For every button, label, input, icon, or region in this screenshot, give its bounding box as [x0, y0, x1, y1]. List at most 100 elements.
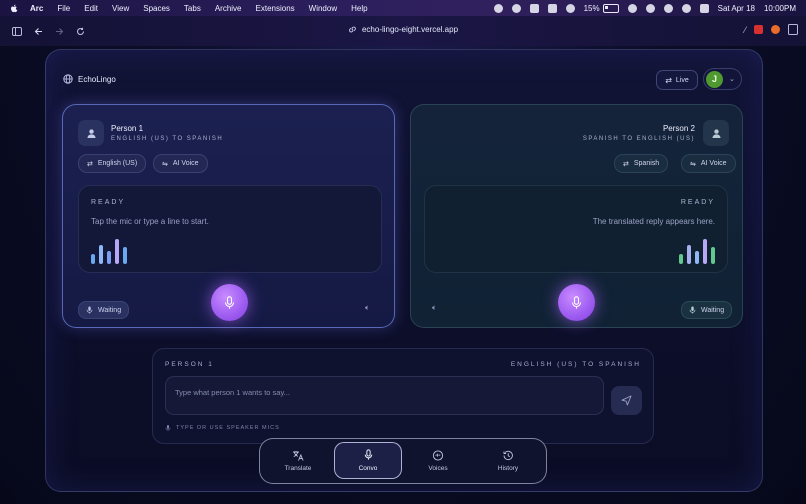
person2-direction: SPANISH TO ENGLISH (US) [582, 136, 695, 142]
browser-extensions: ⁄ [744, 24, 798, 35]
menu-edit[interactable]: Edit [84, 4, 98, 13]
user-icon [712, 128, 720, 138]
voice-settings-icon: ⇋ [162, 160, 168, 168]
display-icon[interactable] [547, 3, 557, 13]
person1-transcript-box: READY Tap the mic or type a line to star… [78, 185, 382, 273]
composer-direction-label: ENGLISH (US) TO SPANISH [510, 361, 641, 368]
person1-mic-button[interactable] [211, 284, 248, 321]
microphone-icon [224, 295, 235, 309]
browser-toolbar: echo-lingo-eight.vercel.app ⁄ [0, 16, 806, 46]
grid-icon[interactable] [529, 3, 539, 13]
nav-voices-label: Voices [428, 464, 448, 472]
avatar: J [706, 70, 723, 88]
link-icon [349, 26, 356, 33]
extension-orange-icon[interactable] [771, 25, 780, 34]
person1-speaker-icon[interactable]: 🔈︎ [365, 303, 370, 313]
chevron-down-icon: ⌄ [729, 76, 735, 83]
person1-status-badge: Waiting [78, 301, 130, 319]
person1-direction: ENGLISH (US) TO SPANISH [111, 136, 224, 142]
live-label: Live [675, 76, 689, 84]
translate-icon [293, 450, 304, 461]
menu-window[interactable]: Window [309, 4, 337, 13]
menubar-time[interactable]: 10:00PM [764, 4, 796, 13]
microphone-icon [364, 449, 372, 460]
menu-extensions[interactable]: Extensions [256, 4, 295, 13]
nav-convo-label: Convo [358, 465, 378, 472]
person2-name: Person 2 [662, 124, 695, 133]
nav-translate-label: Translate [284, 464, 312, 472]
notes-icon[interactable] [788, 24, 798, 35]
sidebar-toggle-icon[interactable] [10, 24, 24, 38]
person1-state: READY [91, 199, 126, 206]
chatgpt-icon[interactable] [511, 3, 521, 13]
send-icon [621, 395, 632, 406]
airdrop-icon[interactable] [645, 3, 655, 13]
nav-history[interactable]: History [474, 442, 542, 479]
person1-panel: Person 1 ENGLISH (US) TO SPANISH ⇄ Engli… [62, 104, 395, 328]
composer-speaker-label: PERSON 1 [165, 361, 214, 368]
menu-view[interactable]: View [112, 4, 129, 13]
person1-waveform-icon [91, 236, 127, 264]
menubar-date[interactable]: Sat Apr 18 [718, 4, 755, 13]
bottom-nav: Translate Convo Voices History [259, 438, 547, 484]
message-input[interactable]: Type what person 1 wants to say... [165, 376, 604, 415]
user-icon [87, 128, 95, 138]
menu-app-name[interactable]: Arc [30, 4, 43, 13]
person2-voice-chip[interactable]: ⇋ AI Voice [681, 154, 736, 173]
nav-convo[interactable]: Convo [334, 442, 402, 479]
extension-red-icon[interactable] [754, 25, 763, 34]
apple-icon[interactable] [10, 4, 18, 13]
person2-language-chip[interactable]: ⇄ Spanish [614, 154, 669, 173]
battery-percent: 15% [583, 3, 600, 13]
menu-help[interactable]: Help [351, 4, 367, 13]
person2-voice-label: AI Voice [700, 160, 727, 167]
menu-file[interactable]: File [57, 4, 70, 13]
wifi-icon[interactable] [663, 3, 673, 13]
forward-arrow-icon[interactable] [52, 24, 66, 38]
composer-footer-text: TYPE OR USE SPEAKER MICS [176, 425, 280, 431]
composer-footer: TYPE OR USE SPEAKER MICS [165, 424, 280, 432]
person2-hint: The translated reply appears here. [592, 217, 715, 226]
person2-status-badge: Waiting [681, 301, 733, 319]
discord-icon[interactable] [493, 3, 503, 13]
person2-state: READY [680, 199, 715, 206]
history-icon [503, 450, 513, 460]
live-button[interactable]: ⇄ Live [656, 70, 698, 90]
menubar-status-area: 15% Sat Apr 18 10:00PM [493, 3, 796, 13]
menu-tabs[interactable]: Tabs [184, 4, 201, 13]
control-center-icon[interactable] [699, 3, 709, 13]
person2-transcript-box: READY The translated reply appears here. [424, 185, 728, 273]
swap-icon: ⇄ [665, 75, 672, 85]
person1-voice-chip[interactable]: ⇋ AI Voice [153, 154, 208, 173]
cloud-icon[interactable] [565, 3, 575, 13]
battery-icon [602, 3, 619, 13]
battery-status[interactable]: 15% [583, 3, 619, 13]
back-arrow-icon[interactable] [31, 24, 45, 38]
mic-small-icon [165, 425, 171, 431]
bluetooth-icon[interactable] [627, 3, 637, 13]
account-menu[interactable]: J ⌄ [703, 68, 742, 90]
person2-avatar [703, 120, 729, 146]
url-bar[interactable]: echo-lingo-eight.vercel.app [348, 25, 458, 34]
voices-icon [432, 449, 444, 461]
search-icon[interactable] [681, 3, 691, 13]
globe-icon [63, 74, 73, 84]
nav-translate[interactable]: Translate [264, 442, 332, 479]
person2-language-label: Spanish [633, 160, 660, 167]
person1-name: Person 1 [111, 124, 144, 133]
person1-language-chip[interactable]: ⇄ English (US) [78, 154, 147, 173]
reload-icon[interactable] [73, 24, 87, 38]
menu-archive[interactable]: Archive [215, 4, 242, 13]
microphone-icon [571, 295, 582, 309]
person2-speaker-icon[interactable]: 🔈︎ [432, 303, 437, 313]
send-button[interactable] [611, 386, 642, 415]
mic-small-icon [689, 306, 696, 314]
menu-spaces[interactable]: Spaces [143, 4, 170, 13]
pen-icon[interactable]: ⁄ [744, 25, 746, 35]
url-text: echo-lingo-eight.vercel.app [361, 25, 459, 34]
nav-voices[interactable]: Voices [404, 442, 472, 479]
person2-mic-button[interactable] [558, 284, 595, 321]
brand[interactable]: EchoLingo [63, 74, 116, 84]
person2-status-label: Waiting [701, 306, 725, 314]
mic-small-icon [86, 306, 93, 314]
